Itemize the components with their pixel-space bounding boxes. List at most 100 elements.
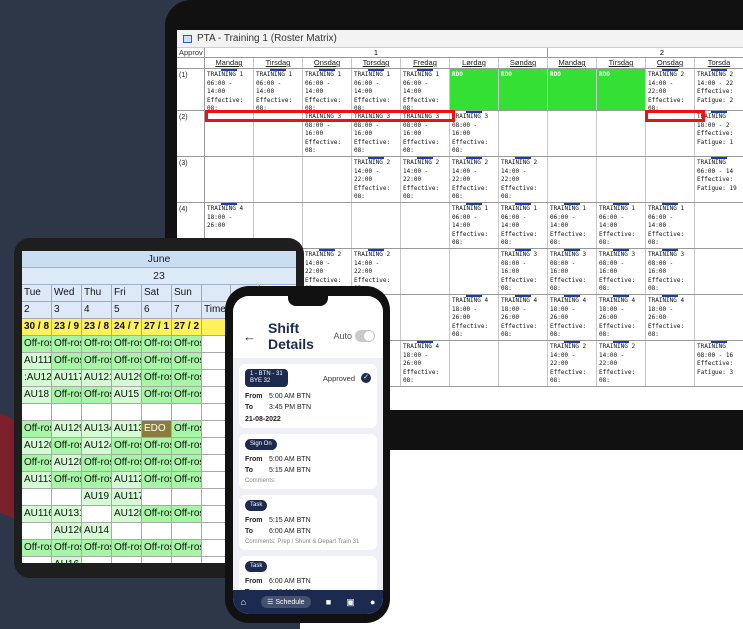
roster-cell[interactable]: AU19 xyxy=(82,489,112,505)
roster-cell[interactable]: AU15 xyxy=(112,387,142,403)
roster-cell[interactable]: AU126 xyxy=(52,523,82,539)
roster-cell[interactable]: :AU128 xyxy=(22,370,52,386)
roster-shift-cell[interactable]: RDO xyxy=(450,69,499,110)
roster-empty-cell[interactable] xyxy=(172,404,202,420)
roster-shift-cell[interactable]: TRAINING 2 14:00 - 22 Effective: Fatigue: 2 xyxy=(695,69,743,110)
roster-cell[interactable]: AU14 xyxy=(82,523,112,539)
chat-icon[interactable]: ▣ xyxy=(346,597,355,608)
back-arrow-icon[interactable]: ← xyxy=(243,329,256,344)
roster-empty-cell[interactable] xyxy=(303,203,352,248)
roster-cell[interactable]: AU117 xyxy=(52,370,82,386)
nav-schedule[interactable]: ☰ Schedule xyxy=(261,596,311,608)
roster-empty-cell[interactable] xyxy=(112,557,142,563)
roster-cell[interactable]: AU112 xyxy=(112,472,142,488)
roster-cell[interactable]: Off-rost xyxy=(142,353,172,369)
user-icon[interactable]: ● xyxy=(370,597,375,607)
roster-cell[interactable]: AU134 xyxy=(82,421,112,437)
roster-empty-cell[interactable] xyxy=(499,341,548,386)
roster-cell[interactable]: Off-rost xyxy=(142,506,172,522)
roster-cell[interactable]: AU128 xyxy=(112,506,142,522)
roster-shift-cell[interactable]: TRAINING 308:00 - 16:00Effective: 08:Fat… xyxy=(646,249,695,294)
roster-shift-cell[interactable]: TRAINING 308:00 - 16:00Effective: 08:Fat… xyxy=(548,249,597,294)
roster-shift-cell[interactable]: TRAINING 214:00 - 22:00Effective: 08:Fat… xyxy=(401,157,450,202)
roster-empty-cell[interactable] xyxy=(499,111,548,156)
roster-cell[interactable]: Off-rost xyxy=(172,353,202,369)
roster-cell[interactable]: AU120 xyxy=(22,438,52,454)
roster-cell[interactable]: Off-rost xyxy=(52,438,82,454)
roster-shift-cell[interactable]: TRAINING 308:00 - 16:00Effective: 08:Fat… xyxy=(499,249,548,294)
roster-cell[interactable]: Off-rost xyxy=(142,336,172,352)
roster-empty-cell[interactable] xyxy=(254,157,303,202)
roster-empty-cell[interactable] xyxy=(82,557,112,563)
roster-empty-cell[interactable] xyxy=(401,249,450,294)
roster-cell[interactable]: AU111 xyxy=(22,353,52,369)
roster-shift-cell[interactable]: TRAINING 308:00 - 16:00Effective: 08:Fat… xyxy=(450,111,499,156)
roster-cell[interactable]: Off-rost xyxy=(22,336,52,352)
roster-shift-cell[interactable]: TRAINING 106:00 - 14:00Effective: 08:Fat… xyxy=(646,203,695,248)
roster-cell[interactable]: Off-rost xyxy=(82,336,112,352)
home-icon[interactable]: ⌂ xyxy=(241,597,246,607)
roster-cell[interactable]: Off-rost xyxy=(142,455,172,471)
roster-cell[interactable]: Off-rost xyxy=(142,472,172,488)
roster-shift-cell[interactable]: TRAINING 214:00 - 22:00Effective: 08:Fat… xyxy=(597,341,646,386)
roster-empty-cell[interactable] xyxy=(401,295,450,340)
roster-empty-cell[interactable] xyxy=(597,157,646,202)
roster-empty-cell[interactable] xyxy=(142,404,172,420)
roster-shift-cell[interactable]: RDO xyxy=(499,69,548,110)
roster-empty-cell[interactable] xyxy=(352,203,401,248)
roster-empty-cell[interactable] xyxy=(142,557,172,563)
roster-empty-cell[interactable] xyxy=(303,157,352,202)
roster-cell[interactable]: Off-rost xyxy=(52,387,82,403)
roster-cell[interactable]: AU129 xyxy=(52,421,82,437)
roster-cell[interactable]: AU128 xyxy=(52,455,82,471)
roster-empty-cell[interactable] xyxy=(172,489,202,505)
roster-cell[interactable]: Off-rost xyxy=(112,438,142,454)
roster-cell[interactable]: Off-rost xyxy=(112,353,142,369)
roster-cell[interactable]: Off-rost xyxy=(172,370,202,386)
roster-cell[interactable]: Off-rost xyxy=(82,455,112,471)
roster-shift-cell[interactable]: TRAINING 308:00 - 16:00Effective: 08:Fat… xyxy=(597,249,646,294)
roster-cell[interactable]: Off-rost xyxy=(52,540,82,556)
roster-shift-cell[interactable]: TRAINING 106:00 - 14:00Effective: 08:Fat… xyxy=(352,69,401,110)
roster-shift-cell[interactable]: TRAINING 106:00 - 14:00Effective: 08:Fat… xyxy=(548,203,597,248)
roster-empty-cell[interactable] xyxy=(82,506,112,522)
roster-empty-cell[interactable] xyxy=(205,157,254,202)
roster-cell[interactable]: Off-rost xyxy=(22,455,52,471)
roster-empty-cell[interactable] xyxy=(142,489,172,505)
roster-empty-cell[interactable] xyxy=(646,157,695,202)
roster-empty-cell[interactable] xyxy=(695,203,743,248)
roster-shift-cell[interactable]: TRAINING 106:00 - 14:00Effective: 08:Fat… xyxy=(450,203,499,248)
roster-cell[interactable]: Off-rost xyxy=(172,455,202,471)
roster-empty-cell[interactable] xyxy=(22,557,52,563)
roster-shift-cell[interactable]: TRAINING 106:00 - 14:00Effective: 08:Fat… xyxy=(205,69,254,110)
roster-cell[interactable]: Off-rost xyxy=(112,455,142,471)
roster-shift-cell[interactable]: TRAINING 214:00 - 22:00Effective: 08:Fat… xyxy=(548,341,597,386)
roster-empty-cell[interactable] xyxy=(548,111,597,156)
roster-cell[interactable]: AU18 xyxy=(22,387,52,403)
roster-cell[interactable]: AU131 xyxy=(52,506,82,522)
roster-cell[interactable]: AU117: xyxy=(112,489,142,505)
roster-empty-cell[interactable] xyxy=(646,341,695,386)
task-card-1[interactable]: Task From 5:15 AM BTN To 6:00 AM BTN Comme… xyxy=(239,495,377,550)
roster-cell[interactable]: Off-rost xyxy=(52,353,82,369)
roster-empty-cell[interactable] xyxy=(172,523,202,539)
roster-shift-cell[interactable]: TRAINING 106:00 - 14:00Effective: 08:Fat… xyxy=(254,69,303,110)
roster-cell[interactable]: Off-rost xyxy=(142,438,172,454)
roster-cell[interactable]: Off-rost xyxy=(172,387,202,403)
roster-cell[interactable]: AU113 xyxy=(112,421,142,437)
roster-cell[interactable]: Off-rost xyxy=(112,540,142,556)
roster-cell[interactable]: Off-rost xyxy=(172,540,202,556)
roster-shift-cell[interactable]: TRAINING 418:00 - 26:00Effective: 08:Fat… xyxy=(499,295,548,340)
roster-shift-cell[interactable]: TRAINING 418:00 - 26:00Effective: 08:Fat… xyxy=(646,295,695,340)
roster-cell[interactable]: Off-rost xyxy=(22,540,52,556)
roster-cell[interactable]: Off-rost xyxy=(142,540,172,556)
roster-cell[interactable]: Off-rost xyxy=(172,336,202,352)
roster-cell[interactable]: Off-rost xyxy=(112,336,142,352)
roster-shift-cell[interactable]: RDO xyxy=(548,69,597,110)
roster-cell[interactable]: AU113 xyxy=(22,472,52,488)
roster-empty-cell[interactable] xyxy=(548,157,597,202)
shift-summary-card[interactable]: 1 - BTN - 31 BYE 32 Approved ✓ From 5:00 … xyxy=(239,364,377,428)
roster-shift-cell[interactable]: TRAINING 418:00 - 26:00Effective: 08:Fat… xyxy=(401,341,450,386)
roster-shift-cell[interactable]: RDO xyxy=(597,69,646,110)
roster-cell[interactable]: Off-rost xyxy=(172,421,202,437)
